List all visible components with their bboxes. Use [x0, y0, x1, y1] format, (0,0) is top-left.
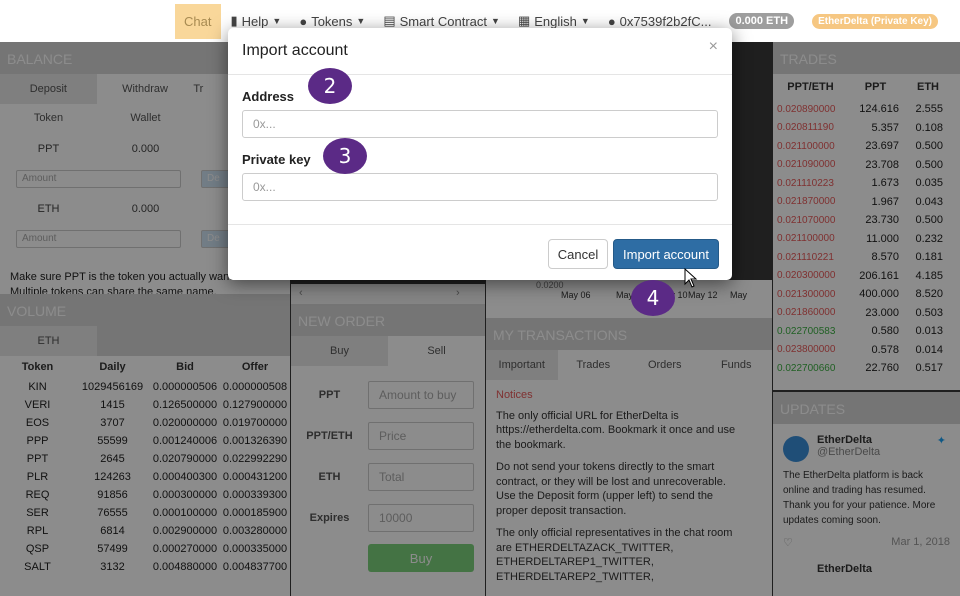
- eth-balance-badge: 0.000 ETH: [729, 13, 795, 29]
- close-icon[interactable]: ×: [709, 38, 718, 56]
- address-input[interactable]: 0x...: [242, 110, 718, 138]
- account-type-badge: EtherDelta (Private Key): [812, 13, 938, 29]
- language-icon: ▦: [517, 13, 531, 28]
- private-key-label: Private key: [242, 152, 311, 167]
- annotation-pin-2: 2: [308, 68, 352, 104]
- annotation-pin-3: 3: [323, 138, 367, 174]
- account-menu[interactable]: ● 0x7539f2b2fC...: [608, 14, 712, 29]
- help-menu[interactable]: ▮ Help ▼: [231, 13, 282, 29]
- cancel-button[interactable]: Cancel: [548, 239, 608, 269]
- annotation-pin-4: 4: [631, 280, 675, 316]
- smart-contract-menu[interactable]: ▤ Smart Contract ▼: [383, 13, 500, 29]
- document-icon: ▤: [383, 13, 396, 28]
- caret-down-icon: ▼: [272, 16, 282, 26]
- import-account-button[interactable]: Import account: [613, 239, 719, 269]
- book-icon: ▮: [230, 13, 238, 28]
- tokens-menu[interactable]: ● Tokens ▼: [299, 14, 365, 29]
- cursor-icon: [684, 268, 698, 288]
- private-key-input[interactable]: 0x...: [242, 173, 718, 201]
- language-menu[interactable]: ▦ English ▼: [518, 13, 590, 29]
- chat-button[interactable]: Chat: [175, 3, 221, 39]
- modal-title: Import account: [242, 42, 348, 59]
- caret-down-icon: ▼: [491, 16, 500, 26]
- caret-down-icon: ▼: [356, 16, 366, 26]
- user-icon: ●: [607, 13, 616, 29]
- caret-down-icon: ▼: [580, 16, 590, 26]
- info-icon: ●: [299, 13, 308, 29]
- import-account-modal: Import account × Address 0x... Private k…: [228, 28, 732, 280]
